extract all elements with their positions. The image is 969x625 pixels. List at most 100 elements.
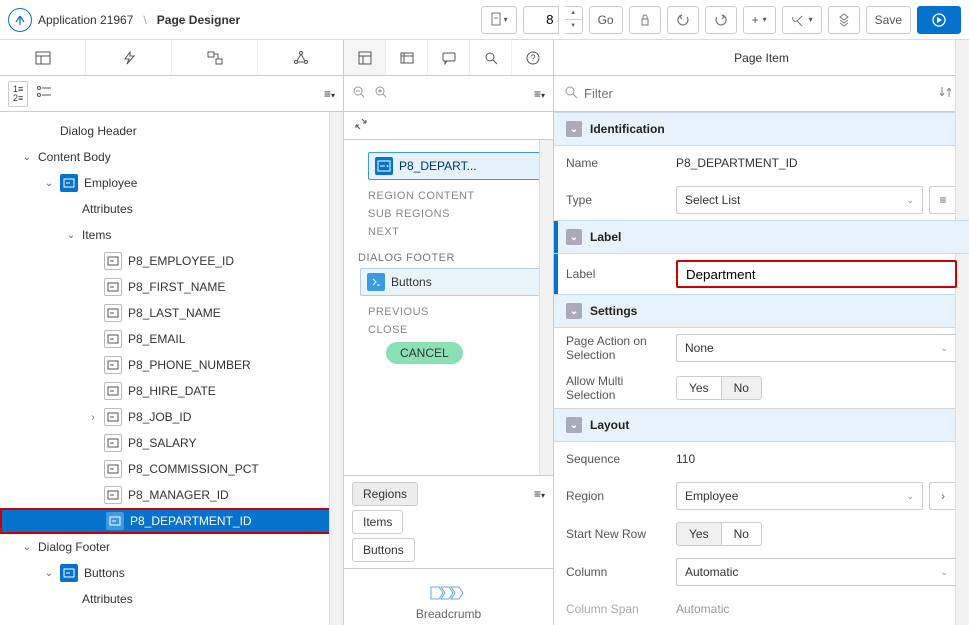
prop-startrow-toggle[interactable]: Yes No	[676, 522, 957, 546]
rendering-tab[interactable]	[0, 40, 86, 75]
tree-node[interactable]: ·P8_HIRE_DATE	[0, 378, 343, 404]
layout-tab[interactable]	[344, 40, 386, 75]
property-scroll[interactable]: ⌄Identification Name P8_DEPARTMENT_ID Ty…	[554, 112, 969, 625]
processing-tab[interactable]	[172, 40, 258, 75]
chevron-down-icon[interactable]: ⌄	[20, 152, 34, 163]
filter-input[interactable]	[584, 86, 933, 101]
zoom-in-icon[interactable]	[374, 85, 388, 102]
layout-region-selected[interactable]: P8_DEPART...	[368, 152, 543, 180]
zoom-out-icon[interactable]	[352, 85, 366, 102]
go-button[interactable]: Go	[589, 6, 623, 34]
breadcrumb-sep: \	[143, 13, 146, 27]
gallery-tab-items[interactable]: Items	[352, 510, 403, 534]
tree-node[interactable]: ·P8_SALARY	[0, 430, 343, 456]
gallery-menu-icon[interactable]: ≡▾	[534, 487, 545, 501]
prop-colspan-label: Column Span	[566, 602, 676, 616]
tree-node[interactable]: ⌄Dialog Footer	[0, 534, 343, 560]
prop-multi-toggle[interactable]: Yes No	[676, 376, 957, 400]
tree-node[interactable]: ·P8_COMMISSION_PCT	[0, 456, 343, 482]
cancel-button-chip[interactable]: CANCEL	[386, 342, 463, 364]
tree-node[interactable]: ·P8_EMAIL	[0, 326, 343, 352]
tree-node-label: Attributes	[82, 592, 133, 606]
prop-label-input[interactable]	[676, 260, 957, 288]
tree-node[interactable]: ·Attributes	[0, 586, 343, 612]
shared-tab[interactable]	[258, 40, 343, 75]
tree-node[interactable]: ·Dialog Header	[0, 118, 343, 144]
gallery-tab-regions[interactable]: Regions	[352, 482, 418, 506]
toggle-yes[interactable]: Yes	[676, 522, 722, 546]
toggle-no[interactable]: No	[722, 376, 762, 400]
dynamic-actions-tab[interactable]	[86, 40, 172, 75]
page-lock-button[interactable]: ▾	[481, 6, 517, 34]
tree-node[interactable]: ·P8_EMPLOYEE_ID	[0, 248, 343, 274]
tree-node[interactable]: ·P8_MANAGER_ID	[0, 482, 343, 508]
shared-components-button[interactable]	[828, 6, 860, 34]
chevron-down-icon[interactable]: ⌄	[64, 230, 78, 241]
item-icon	[60, 174, 78, 192]
left-menu-icon[interactable]: ≡▾	[324, 87, 335, 101]
sort-mode-icon[interactable]: 1≡2≡	[8, 81, 28, 107]
section-layout[interactable]: ⌄Layout	[554, 408, 969, 442]
prop-column-select[interactable]: Automatic ⌄	[676, 558, 957, 586]
utilities-menu[interactable]: ▾	[782, 6, 822, 34]
tree-node-label: P8_COMMISSION_PCT	[128, 462, 259, 476]
chevron-down-icon[interactable]: ⌄	[42, 568, 56, 579]
layout-canvas[interactable]: P8_DEPART... REGION CONTENT SUB REGIONS …	[344, 140, 553, 475]
svg-text:?: ?	[530, 53, 535, 63]
tree-node[interactable]: ·P8_LAST_NAME	[0, 300, 343, 326]
expand-all-icon[interactable]	[36, 85, 52, 102]
breadcrumb-app[interactable]: Application 21967	[38, 13, 133, 27]
item-icon	[60, 564, 78, 582]
close-label: CLOSE	[368, 324, 543, 336]
gallery-tab-buttons[interactable]: Buttons	[352, 538, 415, 562]
run-button[interactable]	[917, 6, 961, 34]
prop-name-value[interactable]: P8_DEPARTMENT_ID	[676, 156, 957, 170]
prop-type-select[interactable]: Select List ⌄	[676, 186, 923, 214]
scrollbar[interactable]	[329, 112, 343, 625]
tree-node[interactable]: ·Attributes	[0, 196, 343, 222]
mid-tabbar: ?	[344, 40, 553, 76]
section-label[interactable]: ⌄Label	[554, 220, 969, 254]
tree-node[interactable]: ⌄Buttons	[0, 560, 343, 586]
tree-node[interactable]: ·P8_PHONE_NUMBER	[0, 352, 343, 378]
section-identification[interactable]: ⌄Identification	[554, 112, 969, 146]
search-tab[interactable]	[470, 40, 512, 75]
page-number-input[interactable]	[523, 6, 559, 34]
tree-node[interactable]: ⌄Employee	[0, 170, 343, 196]
chevron-down-icon[interactable]: ⌄	[20, 542, 34, 553]
tree-node[interactable]: ⌄Items	[0, 222, 343, 248]
section-settings[interactable]: ⌄Settings	[554, 294, 969, 328]
layout-buttons-region[interactable]: Buttons	[360, 268, 543, 296]
tree-node[interactable]: ⌄Content Body	[0, 144, 343, 170]
toggle-yes[interactable]: Yes	[676, 376, 722, 400]
prop-sequence-value[interactable]: 110	[676, 452, 957, 466]
prop-pageaction-select[interactable]: None ⌄	[676, 334, 957, 362]
type-options-button[interactable]: ≡	[929, 186, 957, 214]
expand-icon[interactable]	[354, 117, 368, 134]
prop-colspan-value[interactable]: Automatic	[676, 602, 957, 616]
chevron-down-icon[interactable]: ⌄	[42, 178, 56, 189]
chevron-right-icon[interactable]: ›	[86, 412, 100, 423]
page-spinner[interactable]: ▲▼	[565, 6, 583, 34]
component-tab[interactable]	[386, 40, 428, 75]
scrollbar[interactable]	[955, 112, 969, 625]
tree-node[interactable]: ›P8_JOB_ID	[0, 404, 343, 430]
tree-node[interactable]: ·P8_DEPARTMENT_ID	[0, 508, 343, 534]
messages-tab[interactable]	[428, 40, 470, 75]
toggle-no[interactable]: No	[722, 522, 762, 546]
mid-menu-icon[interactable]: ≡▾	[534, 87, 545, 101]
right-tab[interactable]: Page Item	[554, 40, 969, 76]
up-nav-button[interactable]	[8, 8, 32, 32]
create-menu[interactable]: +▾	[743, 6, 776, 34]
redo-button[interactable]	[705, 6, 737, 34]
tree-node[interactable]: ·P8_FIRST_NAME	[0, 274, 343, 300]
scrollbar[interactable]	[539, 140, 553, 475]
save-button[interactable]: Save	[866, 6, 911, 34]
tree-node-label: P8_PHONE_NUMBER	[128, 358, 251, 372]
help-tab[interactable]: ?	[512, 40, 553, 75]
gallery-item-breadcrumb[interactable]: Breadcrumb	[416, 585, 481, 621]
region-goto-button[interactable]: ›	[929, 482, 957, 510]
prop-region-select[interactable]: Employee ⌄	[676, 482, 923, 510]
undo-button[interactable]	[667, 6, 699, 34]
lock-button[interactable]	[629, 6, 661, 34]
